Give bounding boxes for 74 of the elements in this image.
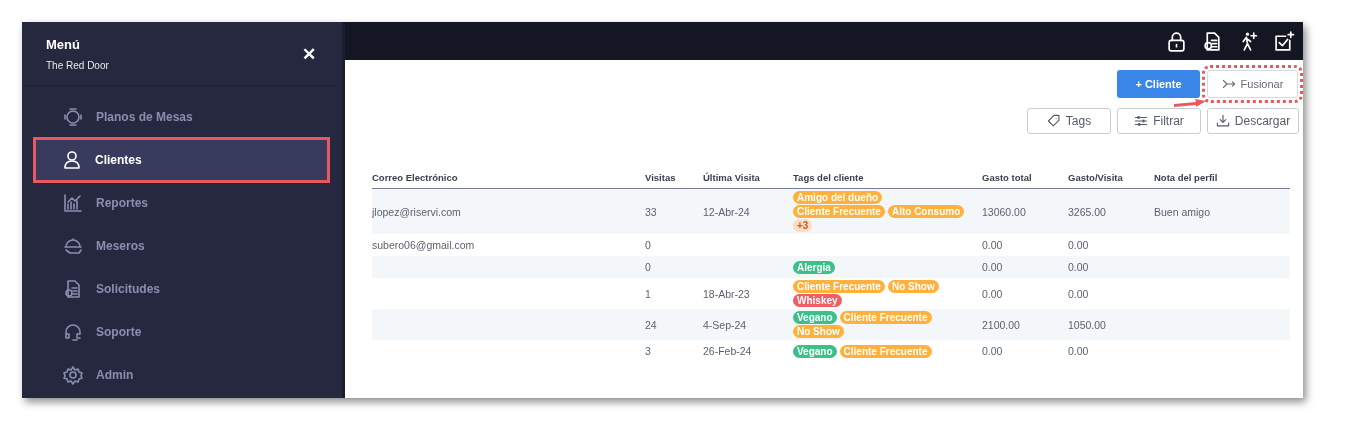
- gear-icon: [63, 364, 83, 385]
- note-cell-text: Buen amigo: [1154, 205, 1212, 218]
- sidebar-item[interactable]: Soporte: [33, 310, 330, 353]
- filter-button[interactable]: Filtrar: [1117, 108, 1201, 134]
- sidebar-item[interactable]: Planos de Mesas: [33, 95, 330, 138]
- visits-cell-text: 0: [645, 261, 652, 273]
- amount-cell-text: 0.00: [982, 287, 1004, 300]
- visits-cell-text: 3: [645, 345, 652, 357]
- venue-name: The Red Door: [46, 60, 109, 71]
- email-cell-text: subero06@gmail.com: [372, 239, 476, 251]
- column-header: Última Visita: [703, 171, 761, 183]
- menu-title: Menú: [46, 37, 81, 52]
- visits-cell-text: 24: [645, 318, 658, 331]
- chart-icon: [63, 192, 83, 213]
- date-cell-text: 4-Sep-24: [703, 318, 748, 331]
- email-cell-text: jlopez@riservi.com: [372, 205, 462, 218]
- date-cell-text: 18-Abr-23: [703, 287, 751, 300]
- client-tag: Cliente Frecuente: [793, 205, 885, 218]
- amount-cell-text: 2100.00: [982, 318, 1021, 331]
- column-header: Gasto/Visita: [1068, 171, 1124, 183]
- merge-icon: [1221, 77, 1236, 91]
- client-tag: Amigo del dueño: [793, 191, 883, 204]
- close-button[interactable]: ✕: [302, 43, 316, 65]
- visits-cell-text: 0: [645, 239, 652, 251]
- column-header: Tags del cliente: [793, 171, 865, 183]
- amount-cell-text: 0.00: [982, 261, 1004, 273]
- table-icon: [63, 106, 83, 127]
- lock-icon[interactable]: [1166, 30, 1187, 52]
- client-tag: No Show: [887, 280, 939, 293]
- date-cell-text: 12-Abr-24: [703, 205, 751, 218]
- visits-cell-text: 1: [645, 287, 652, 300]
- column-header: Visitas: [645, 171, 677, 183]
- amount-cell-text: 0.00: [1068, 345, 1090, 357]
- client-tag: Alergia: [793, 260, 835, 274]
- sidebar-item[interactable]: Solicitudes: [33, 267, 330, 310]
- amount-cell-text: 0.00: [982, 345, 1004, 357]
- date-cell-text: 26-Feb-24: [703, 345, 753, 357]
- client-tag: Cliente Frecuente: [793, 280, 885, 293]
- document-icon[interactable]: [1202, 30, 1223, 52]
- client-tag: Vegano: [793, 311, 837, 324]
- amount-cell-text: 0.00: [1068, 261, 1090, 273]
- sidebar-item[interactable]: Reportes: [33, 181, 330, 224]
- sidebar-item[interactable]: Meseros: [33, 224, 330, 267]
- sidebar-item[interactable]: Admin: [33, 353, 330, 396]
- column-header: Nota del perfil: [1154, 171, 1219, 183]
- filter-icon: [1134, 114, 1149, 128]
- client-tag: Whiskey: [793, 294, 842, 307]
- column-header: Gasto total: [982, 171, 1033, 183]
- pointer-arrow: [1174, 99, 1206, 107]
- amount-cell-text: 13060.00: [982, 205, 1027, 218]
- client-tag: Cliente Frecuente: [839, 344, 932, 358]
- add-client-button[interactable]: + Cliente: [1117, 70, 1200, 98]
- cloche-icon: [63, 235, 83, 256]
- amount-cell-text: 0.00: [982, 239, 1004, 251]
- client-tag: Alto Consumo: [887, 205, 965, 218]
- client-tag: Vegano: [793, 344, 837, 358]
- download-button[interactable]: Descargar: [1207, 108, 1299, 134]
- amount-cell-text: 1050.00: [1068, 318, 1107, 331]
- tag-icon: [1046, 114, 1061, 128]
- headset-icon: [63, 321, 83, 342]
- sidebar-item[interactable]: Clientes: [33, 137, 330, 183]
- column-header: Correo Electrónico: [372, 171, 459, 183]
- amount-cell-text: 3265.00: [1068, 205, 1107, 218]
- download-icon: [1215, 114, 1230, 128]
- tag-button[interactable]: Tags: [1027, 108, 1111, 134]
- more-tags-count[interactable]: +3: [793, 219, 813, 232]
- person-icon: [62, 150, 82, 170]
- client-tag: Cliente Frecuente: [839, 311, 932, 324]
- visits-cell-text: 33: [645, 205, 658, 218]
- client-tag: No Show: [793, 325, 844, 338]
- amount-cell-text: 0.00: [1068, 239, 1090, 251]
- checkbox-icon[interactable]: [1274, 30, 1295, 52]
- document-icon: [63, 278, 83, 299]
- amount-cell-text: 0.00: [1068, 287, 1090, 300]
